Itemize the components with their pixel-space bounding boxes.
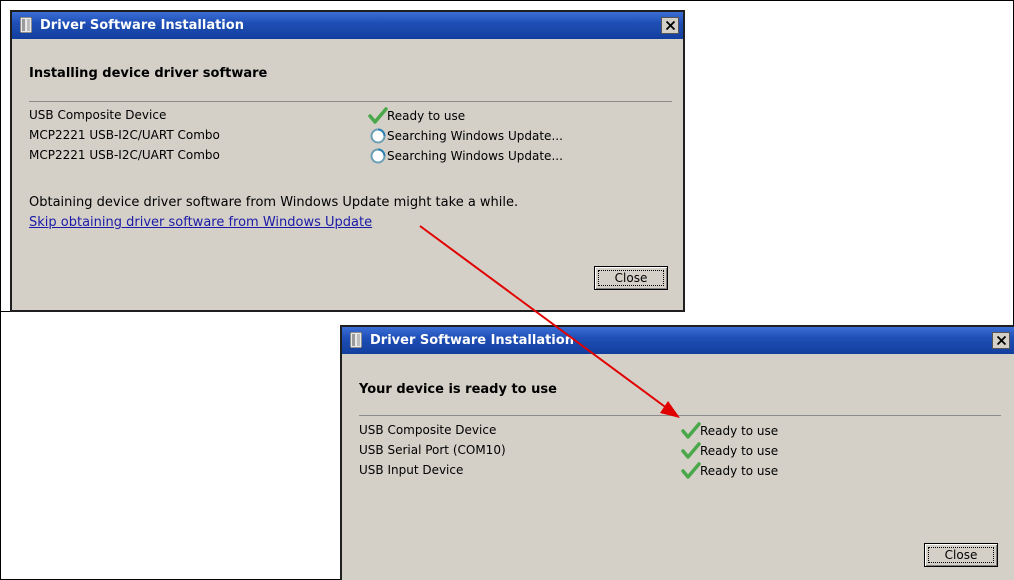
device-name: MCP2221 USB-I2C/UART Combo (29, 148, 220, 162)
window-title: Driver Software Installation (40, 18, 244, 33)
driver-install-dialog-installing: Driver Software Installation Installing … (10, 10, 685, 312)
device-row: USB Serial Port (COM10) Ready to use (359, 441, 1004, 461)
status-text: Ready to use (700, 444, 779, 458)
device-name: USB Input Device (359, 463, 464, 477)
device-name: USB Composite Device (29, 108, 167, 122)
close-icon (665, 21, 675, 30)
device-status: Ready to use (681, 461, 778, 481)
dialog-heading: Installing device driver software (29, 66, 268, 81)
device-status: Ready to use (681, 421, 778, 441)
status-text: Ready to use (700, 424, 779, 438)
window-title: Driver Software Installation (370, 333, 574, 348)
device-row: MCP2221 USB-I2C/UART Combo Searching Win… (29, 126, 673, 146)
separator (29, 101, 672, 102)
status-text: Ready to use (387, 109, 466, 123)
device-status: Ready to use (368, 106, 465, 126)
check-icon (681, 462, 701, 479)
device-row: MCP2221 USB-I2C/UART Combo Searching Win… (29, 146, 673, 166)
driver-install-dialog-ready: Driver Software Installation Your device… (340, 325, 1014, 580)
device-name: MCP2221 USB-I2C/UART Combo (29, 128, 220, 142)
close-icon (996, 336, 1006, 345)
close-button-label: Close (598, 270, 664, 286)
device-list: USB Composite Device Ready to use USB Se… (359, 421, 1004, 481)
title-bar[interactable]: Driver Software Installation (12, 12, 683, 39)
close-button[interactable]: Close (924, 543, 998, 567)
device-row: USB Input Device Ready to use (359, 461, 1004, 481)
device-row: USB Composite Device Ready to use (359, 421, 1004, 441)
device-name: USB Composite Device (359, 423, 497, 437)
window-close-button[interactable] (992, 332, 1010, 349)
close-button-label: Close (928, 547, 994, 563)
skip-windows-update-link[interactable]: Skip obtaining driver software from Wind… (29, 215, 372, 230)
app-icon (20, 17, 32, 33)
device-status: Ready to use (681, 441, 778, 461)
app-icon (350, 332, 362, 348)
searching-icon (370, 128, 386, 144)
device-list: USB Composite Device Ready to use MCP222… (29, 106, 673, 166)
device-status: Searching Windows Update... (368, 126, 563, 146)
info-text: Obtaining device driver software from Wi… (29, 195, 519, 210)
check-icon (681, 422, 701, 439)
window-close-button[interactable] (661, 17, 679, 34)
check-icon (368, 107, 388, 124)
dialog-heading: Your device is ready to use (359, 382, 557, 397)
status-text: Searching Windows Update... (387, 149, 563, 163)
device-row: USB Composite Device Ready to use (29, 106, 673, 126)
close-button[interactable]: Close (594, 266, 668, 290)
status-text: Searching Windows Update... (387, 129, 563, 143)
device-name: USB Serial Port (COM10) (359, 443, 506, 457)
check-icon (681, 442, 701, 459)
title-bar[interactable]: Driver Software Installation (342, 327, 1014, 354)
separator (359, 415, 1001, 416)
searching-icon (370, 148, 386, 164)
device-status: Searching Windows Update... (368, 146, 563, 166)
status-text: Ready to use (700, 464, 779, 478)
